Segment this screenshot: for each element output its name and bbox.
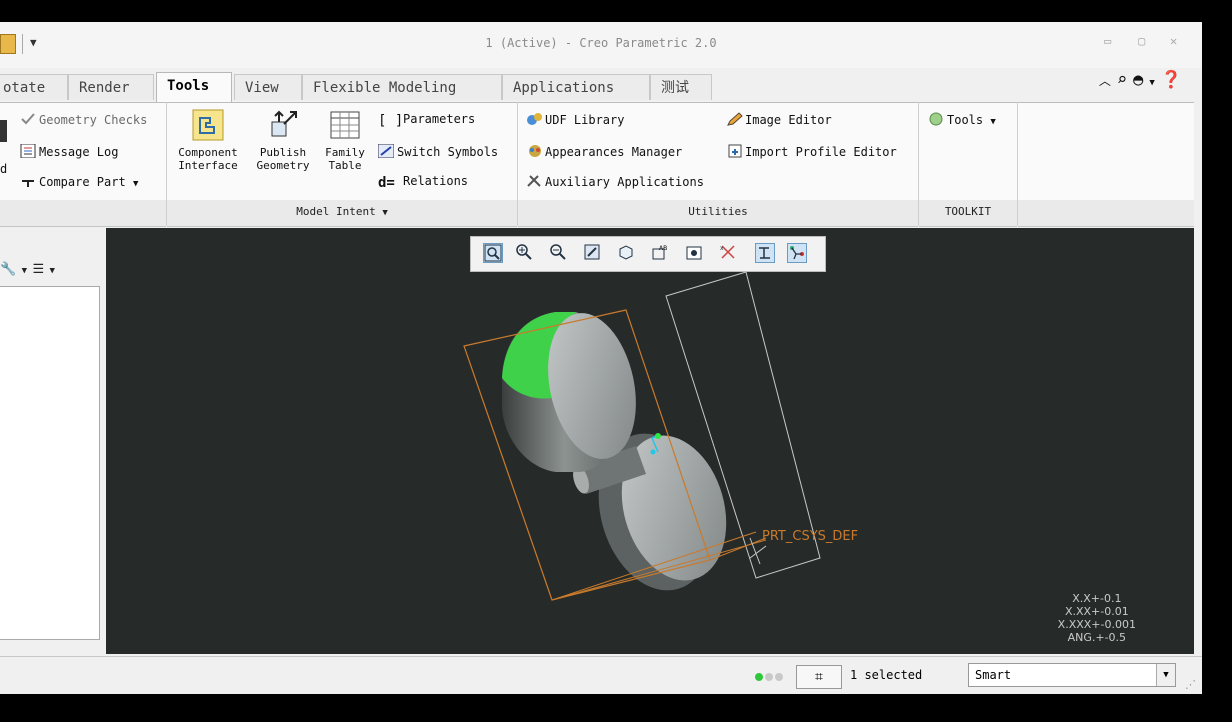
chevron-down-icon[interactable]: ▼ <box>1156 664 1175 686</box>
resize-grip-icon[interactable]: ⋰ <box>1185 678 1196 691</box>
empty-group-footer <box>1018 200 1194 227</box>
pencil-icon <box>726 112 743 126</box>
tab-annotate[interactable]: otate <box>0 74 68 100</box>
chevron-down-icon[interactable]: ▼ <box>16 266 32 276</box>
tab-render[interactable]: Render <box>68 74 154 100</box>
help-icon[interactable]: ❓ <box>1161 70 1188 90</box>
precision-legend: X.X+-0.1 X.XX+-0.01 X.XXX+-0.001 ANG.+-0… <box>1057 592 1136 644</box>
chevron-down-icon: ▼ <box>132 179 139 189</box>
publish-geometry-button[interactable]: Publish Geometry <box>250 108 316 172</box>
relations-icon: d= <box>378 175 395 191</box>
partial-tool-icon <box>0 120 7 142</box>
toolkit-group-footer: TOOLKIT <box>919 200 1017 227</box>
udf-library-icon <box>526 112 542 126</box>
graphics-viewport[interactable]: AB x PRT_CSYS_DEF X.X+-0.1 X.XX+-0.01 X.… <box>106 228 1194 654</box>
status-bar: ⌗ 1 selected Smart ▼ ⋰ <box>0 656 1202 694</box>
toolkit-tools-button[interactable]: Tools ▼ <box>928 112 996 127</box>
utilities-group-footer: Utilities <box>518 200 918 227</box>
tree-settings-icon[interactable]: 🔧 <box>0 262 16 277</box>
parameters-icon: [ ] <box>378 113 404 129</box>
switch-symbols-button[interactable]: Switch Symbols <box>377 143 498 159</box>
help-toolbar: ︿⌕◓▼❓ <box>1099 70 1188 90</box>
family-table-button[interactable]: Family Table <box>318 108 372 172</box>
investigate-group-footer <box>0 200 166 227</box>
message-log-button[interactable]: Message Log <box>20 143 118 159</box>
compare-part-button[interactable]: Compare Part ▼ <box>20 174 138 189</box>
component-interface-button[interactable]: Component Interface <box>172 108 244 172</box>
auxiliary-applications-icon <box>526 174 542 188</box>
family-table-icon <box>328 108 362 142</box>
maximize-button[interactable]: ▢ <box>1138 34 1145 48</box>
chevron-down-icon: ▼ <box>990 117 996 127</box>
switch-symbols-icon <box>377 143 395 159</box>
find-button[interactable]: ⌗ <box>796 665 842 689</box>
ribbon-tabs: otate Render Tools View Flexible Modelin… <box>0 72 1202 102</box>
relations-button[interactable]: d= Relations <box>378 174 468 191</box>
udf-library-button[interactable]: UDF Library <box>526 112 624 127</box>
compare-part-icon <box>20 174 36 188</box>
application-window: ▼ 1 (Active) - Creo Parametric 2.0 ▭ ▢ ✕… <box>0 22 1202 694</box>
binoculars-icon: ⌗ <box>815 669 823 685</box>
appearances-manager-icon <box>526 144 542 158</box>
appearances-manager-button[interactable]: Appearances Manager <box>526 144 682 159</box>
chevron-down-icon[interactable]: ▼ <box>44 266 55 276</box>
parameters-button[interactable]: [ ]Parameters <box>378 112 475 129</box>
tab-applications[interactable]: Applications <box>502 74 650 100</box>
csys-label[interactable]: PRT_CSYS_DEF <box>762 529 858 544</box>
image-editor-button[interactable]: Image Editor <box>726 112 832 127</box>
tab-tools[interactable]: Tools <box>156 72 232 102</box>
close-button[interactable]: ✕ <box>1170 34 1177 48</box>
tab-custom[interactable]: 测试 <box>650 74 712 100</box>
partial-label: d <box>0 162 8 176</box>
chevron-down-icon[interactable]: ▼ <box>1149 78 1160 88</box>
auxiliary-applications-button[interactable]: Auxiliary Applications <box>526 174 704 189</box>
publish-geometry-icon <box>266 108 300 142</box>
regeneration-status-icon <box>755 670 785 684</box>
tree-filter-icon[interactable]: ☰ <box>32 262 44 277</box>
selection-filter-select[interactable]: Smart ▼ <box>968 663 1176 687</box>
model-intent-group-footer[interactable]: Model Intent ▼ <box>167 200 517 227</box>
chevron-down-icon: ▼ <box>382 208 388 218</box>
toolkit-icon <box>928 112 944 126</box>
collapse-ribbon-icon[interactable]: ︿ <box>1099 74 1117 88</box>
model-tree[interactable] <box>0 286 100 640</box>
model-tree-panel: 🔧 ▼ ☰ ▼ <box>0 228 106 654</box>
message-log-icon <box>20 143 36 159</box>
search-icon[interactable]: ⌕ <box>1117 70 1133 90</box>
selection-count: 1 selected <box>850 668 923 682</box>
model-render[interactable] <box>106 228 1194 654</box>
import-profile-editor-button[interactable]: Import Profile Editor <box>726 144 897 159</box>
community-icon[interactable]: ◓ <box>1133 70 1149 90</box>
geometry-checks-icon <box>20 112 36 126</box>
component-interface-icon <box>191 108 225 142</box>
tab-view[interactable]: View <box>234 74 302 100</box>
model-tree-toolbar: 🔧 ▼ ☰ ▼ <box>0 262 55 277</box>
import-profile-editor-icon <box>726 144 742 158</box>
title-bar: ▼ 1 (Active) - Creo Parametric 2.0 ▭ ▢ ✕ <box>0 22 1202 68</box>
geometry-checks-button[interactable]: Geometry Checks <box>20 112 147 127</box>
tab-flexible-modeling[interactable]: Flexible Modeling <box>302 74 502 100</box>
minimize-button[interactable]: ▭ <box>1104 34 1111 48</box>
window-title: 1 (Active) - Creo Parametric 2.0 <box>485 36 717 50</box>
